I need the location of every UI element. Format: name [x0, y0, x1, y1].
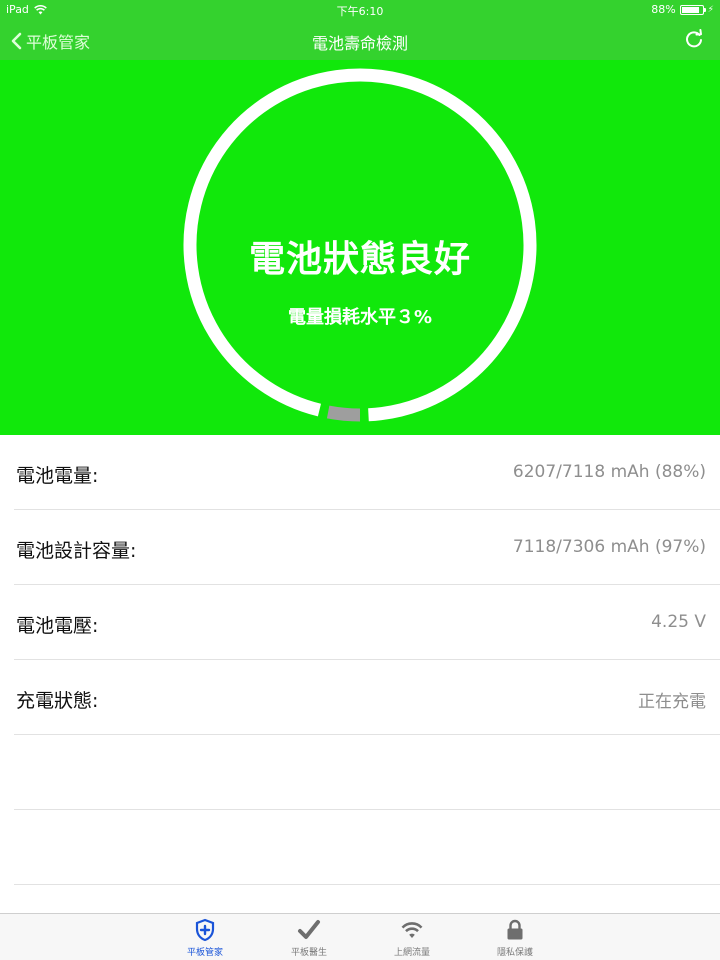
- shield-plus-icon: [195, 918, 215, 942]
- tab-label: 隱私保護: [496, 948, 533, 958]
- detail-row-design-capacity: 電池設計容量: 7118/7306 mAh (97%): [14, 510, 720, 585]
- battery-details-list: 電池電量: 6207/7118 mAh (88%) 電池設計容量: 7118/7…: [0, 435, 720, 885]
- tab-tablet-doctor[interactable]: 平板醫生: [269, 918, 349, 958]
- navigation-bar: 平板管家 電池壽命檢測: [0, 20, 720, 60]
- detail-row-charging-state: 充電狀態: 正在充電: [14, 660, 720, 735]
- lock-icon: [507, 919, 523, 940]
- battery-wear-level: 電量損耗水平３%: [287, 307, 433, 328]
- refresh-icon[interactable]: [684, 29, 704, 49]
- tab-privacy-protection[interactable]: 隱私保護: [475, 918, 555, 958]
- battery-status-panel: 電池狀態良好 電量損耗水平３%: [0, 60, 720, 435]
- tab-bar: 平板管家 平板醫生 上網流量 隱私保護: [0, 913, 720, 960]
- status-bar: iPad 下午6:10 88% ⚡: [0, 0, 720, 20]
- wifi-icon: [401, 922, 423, 938]
- header: iPad 下午6:10 88% ⚡ 平板管家 電池壽命檢測: [0, 0, 720, 60]
- tab-label: 上網流量: [393, 948, 430, 958]
- detail-label: 電池電壓:: [16, 615, 99, 637]
- detail-row-capacity: 電池電量: 6207/7118 mAh (88%): [14, 435, 720, 510]
- empty-row: [14, 810, 720, 885]
- tab-label: 平板醫生: [290, 948, 327, 958]
- battery-status-headline: 電池狀態良好: [248, 239, 471, 280]
- tab-tablet-manager[interactable]: 平板管家: [165, 918, 245, 958]
- empty-row: [14, 735, 720, 810]
- detail-label: 電池電量:: [16, 465, 99, 487]
- detail-value: 正在充電: [638, 692, 706, 712]
- battery-percent: 88%: [651, 3, 676, 16]
- detail-value: 6207/7118 mAh (88%): [512, 462, 706, 482]
- detail-row-voltage: 電池電壓: 4.25 V: [14, 585, 720, 660]
- detail-label: 充電狀態:: [16, 690, 99, 712]
- page-title: 電池壽命檢測: [311, 34, 408, 53]
- checkmark-icon: [298, 920, 320, 939]
- detail-value: 4.25 V: [651, 612, 706, 632]
- tab-data-usage[interactable]: 上網流量: [372, 918, 452, 958]
- status-time: 下午6:10: [336, 5, 384, 18]
- battery-icon: [679, 4, 706, 15]
- detail-value: 7118/7306 mAh (97%): [512, 537, 706, 557]
- detail-label: 電池設計容量:: [16, 540, 137, 562]
- charging-bolt-icon: ⚡: [707, 4, 714, 15]
- tab-label: 平板管家: [186, 948, 223, 958]
